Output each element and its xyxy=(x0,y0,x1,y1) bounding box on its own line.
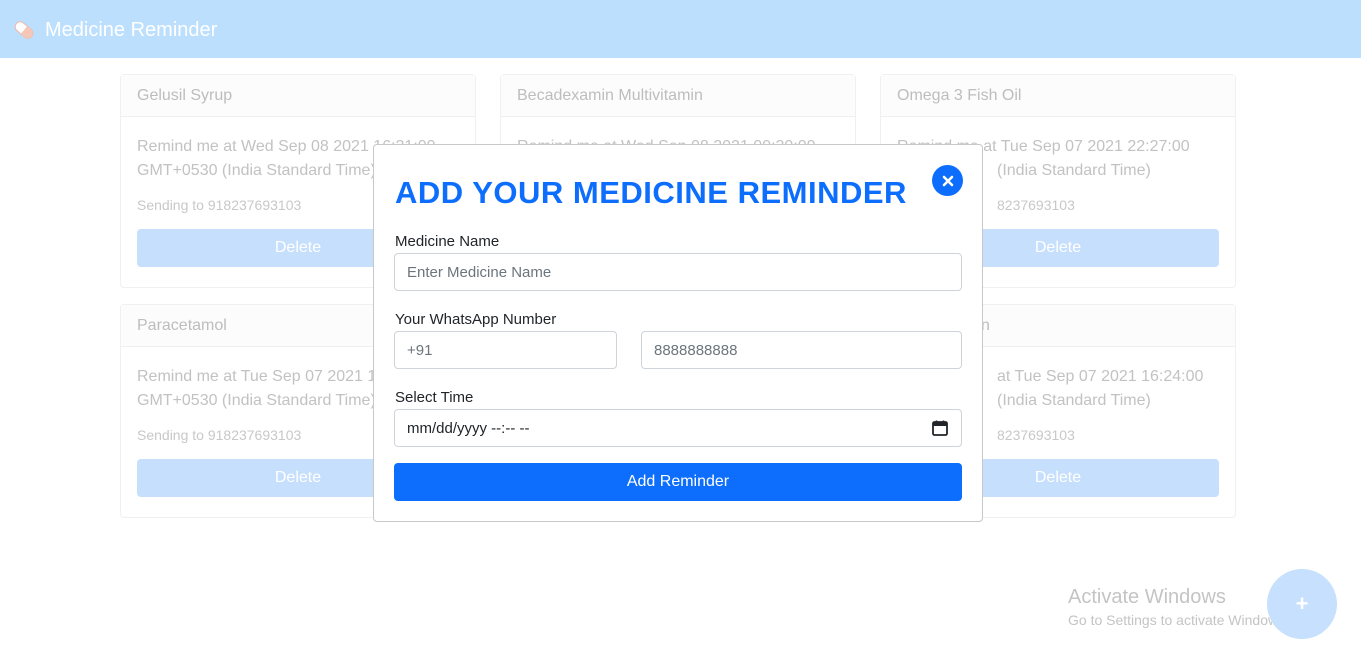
datetime-input[interactable]: mm/dd/yyyy --:-- -- xyxy=(394,409,962,447)
close-icon xyxy=(942,175,953,186)
windows-activation-watermark: Activate Windows Go to Settings to activ… xyxy=(1068,586,1289,628)
add-reminder-fab[interactable]: + xyxy=(1267,569,1337,639)
phone-number-input[interactable] xyxy=(641,331,962,369)
medicine-name-input[interactable] xyxy=(394,253,962,291)
card-title: Omega 3 Fish Oil xyxy=(881,75,1235,117)
add-reminder-modal: ADD YOUR MEDICINE REMINDER Medicine Name… xyxy=(373,144,983,522)
datetime-placeholder: mm/dd/yyyy --:-- -- xyxy=(407,419,530,437)
whatsapp-number-label: Your WhatsApp Number xyxy=(395,311,557,328)
country-code-input[interactable] xyxy=(394,331,617,369)
brand[interactable]: Medicine Reminder xyxy=(12,18,217,42)
navbar: Medicine Reminder xyxy=(0,0,1361,58)
watermark-line2: Go to Settings to activate Windows. xyxy=(1068,612,1289,628)
add-reminder-button[interactable]: Add Reminder xyxy=(394,463,962,501)
select-time-label: Select Time xyxy=(395,389,474,406)
modal-title: ADD YOUR MEDICINE REMINDER xyxy=(395,175,907,210)
pill-icon xyxy=(14,21,34,39)
watermark-line1: Activate Windows xyxy=(1068,586,1226,608)
card-title: Becadexamin Multivitamin xyxy=(501,75,855,117)
calendar-icon[interactable] xyxy=(931,419,949,437)
brand-title: Medicine Reminder xyxy=(45,18,218,41)
close-button[interactable] xyxy=(932,165,963,196)
card-title: Gelusil Syrup xyxy=(121,75,475,117)
medicine-name-label: Medicine Name xyxy=(395,233,500,250)
plus-icon: + xyxy=(1295,591,1309,616)
